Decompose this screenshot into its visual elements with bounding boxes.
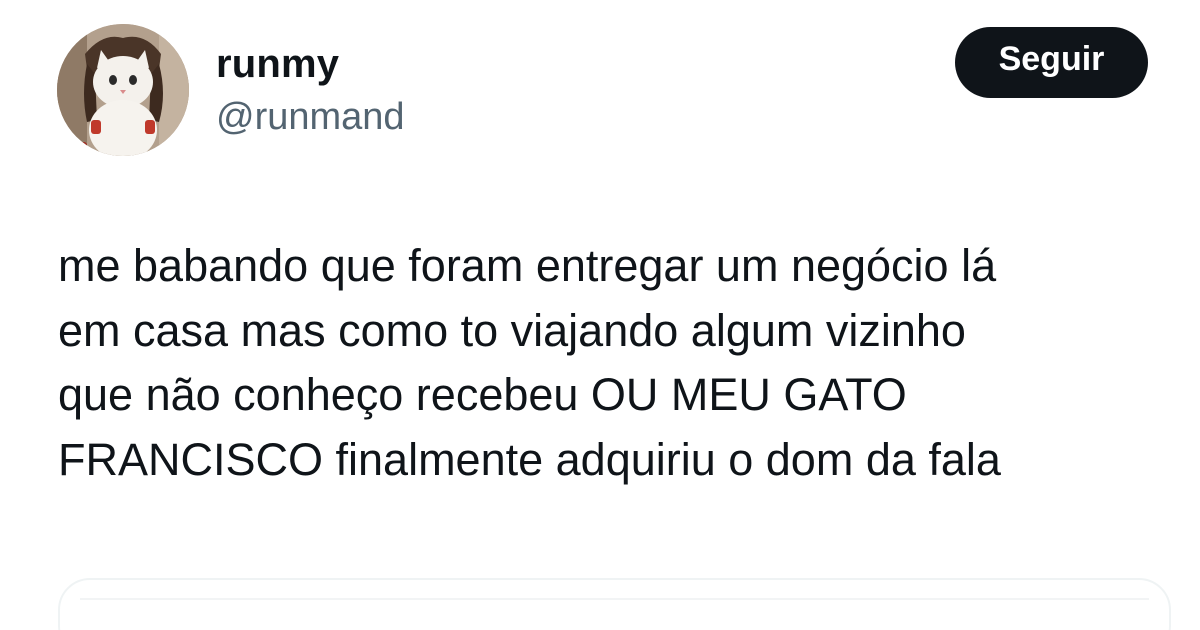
cat-avatar-icon bbox=[57, 24, 189, 156]
avatar[interactable] bbox=[57, 24, 189, 156]
tweet-text: me babando que foram entregar um negócio… bbox=[58, 234, 1158, 492]
tweet-text-line: FRANCISCO finalmente adquiriu o dom da f… bbox=[58, 433, 1001, 485]
tweet-text-line: me babando que foram entregar um negócio… bbox=[58, 240, 997, 291]
tweet-text-line: em casa mas como to viajando algum vizin… bbox=[58, 304, 966, 356]
quoted-tweet-card[interactable] bbox=[58, 578, 1171, 630]
user-handle[interactable]: @runmand bbox=[216, 94, 405, 140]
follow-button[interactable]: Seguir bbox=[955, 27, 1148, 98]
tweet-card: runmy @runmand Seguir me babando que for… bbox=[0, 0, 1200, 630]
quoted-tweet-divider bbox=[80, 598, 1149, 630]
display-name[interactable]: runmy bbox=[216, 40, 339, 88]
tweet-text-line: que não conheço recebeu OU MEU GATO bbox=[58, 369, 907, 420]
